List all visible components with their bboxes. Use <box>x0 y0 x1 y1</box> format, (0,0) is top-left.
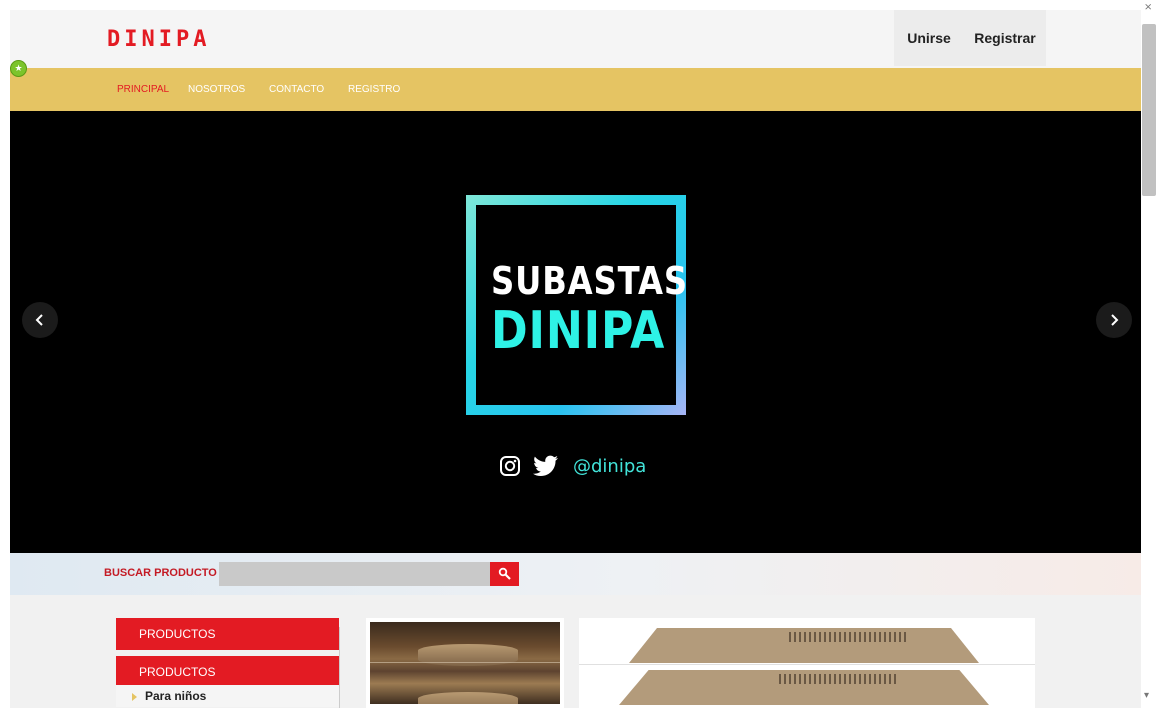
hero-carousel: SUBASTAS DINIPA @dinipa <box>10 111 1141 553</box>
main-nav: PRINCIPAL NOSOTROS CONTACTO REGISTRO <box>10 68 1141 111</box>
twitter-icon <box>533 455 558 476</box>
search-label: BUSCAR PRODUCTO <box>104 567 217 579</box>
sidebar-item-label: Para niños <box>145 689 207 703</box>
chevron-right-icon <box>1111 314 1119 326</box>
social-row: @dinipa <box>499 454 646 478</box>
nav-item-nosotros[interactable]: NOSOTROS <box>188 84 245 95</box>
scroll-up-arrow-icon[interactable]: ⨯ <box>1144 2 1152 13</box>
hero-logo-image: SUBASTAS DINIPA <box>466 195 688 415</box>
nav-item-registro[interactable]: REGISTRO <box>348 84 400 95</box>
search-icon <box>498 567 511 580</box>
register-button[interactable]: Registrar <box>964 10 1046 66</box>
product-thumbnail-1[interactable] <box>366 618 564 708</box>
scrollbar-thumb[interactable] <box>1142 24 1156 196</box>
product-image <box>629 628 979 663</box>
scroll-down-arrow-icon[interactable]: ▾ <box>1144 690 1149 701</box>
sidebar-divider <box>339 627 340 708</box>
sidebar-header-productos-2[interactable]: PRODUCTOS <box>116 656 339 688</box>
carousel-prev-button[interactable] <box>22 302 58 338</box>
search-bar: BUSCAR PRODUCTO <box>10 553 1141 595</box>
instagram-icon <box>500 456 520 476</box>
sidebar-header-productos[interactable]: PRODUCTOS <box>116 618 339 650</box>
carousel-next-button[interactable] <box>1096 302 1132 338</box>
product-thumbnail-2[interactable] <box>579 618 1035 708</box>
content-area: PRODUCTOS PRODUCTOS Para niños <box>10 595 1141 708</box>
join-button[interactable]: Unirse <box>894 10 964 66</box>
search-button[interactable] <box>490 562 519 586</box>
search-input[interactable] <box>219 562 490 586</box>
status-badge-icon[interactable]: ★ <box>10 60 27 77</box>
nav-item-principal[interactable]: PRINCIPAL <box>117 84 169 95</box>
nav-item-contacto[interactable]: CONTACTO <box>269 84 324 95</box>
bullet-arrow-icon <box>132 692 137 701</box>
chevron-left-icon <box>35 314 43 326</box>
social-handle: @dinipa <box>573 455 647 477</box>
hero-logo-line2: DINIPA <box>491 301 666 361</box>
top-header: DINIPA Unirse Registrar <box>10 10 1141 68</box>
vertical-scrollbar[interactable]: ⨯ ▾ <box>1141 0 1169 718</box>
hero-logo-line1: SUBASTAS <box>491 259 688 303</box>
product-image <box>619 670 989 705</box>
sidebar-item-para-ninos[interactable]: Para niños <box>116 685 339 707</box>
site-logo[interactable]: DINIPA <box>107 27 210 52</box>
page: DINIPA Unirse Registrar PRINCIPAL NOSOTR… <box>10 10 1141 708</box>
product-image <box>370 622 560 704</box>
